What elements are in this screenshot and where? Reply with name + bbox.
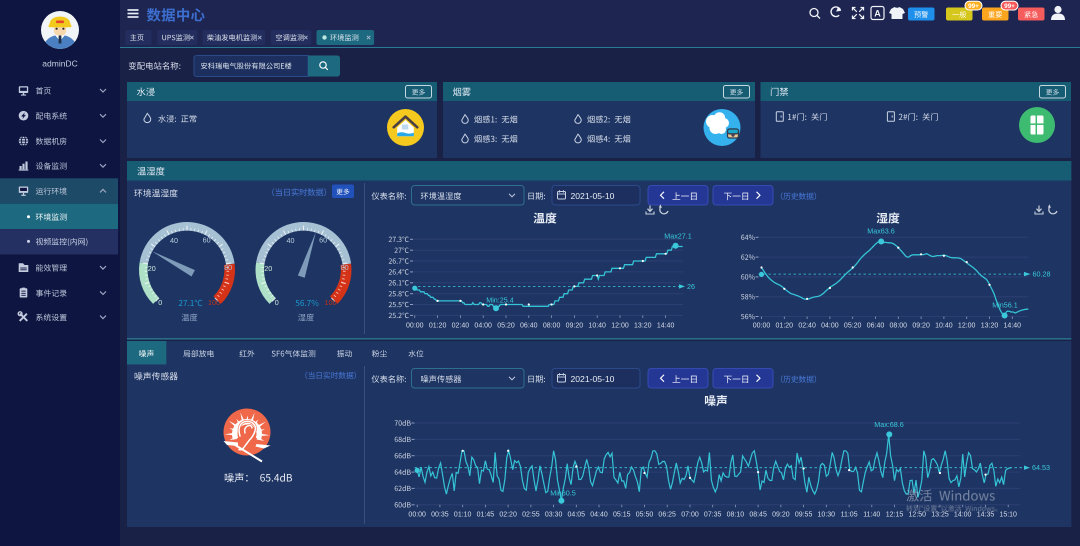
- svg-text:80: 80: [224, 263, 232, 272]
- svg-text:07:00: 07:00: [681, 512, 699, 519]
- svg-text:Min56.1: Min56.1: [992, 301, 1018, 310]
- svg-text:40: 40: [170, 236, 178, 245]
- svg-text:09:20: 09:20: [912, 323, 930, 330]
- svg-text:13:20: 13:20: [981, 323, 999, 330]
- svg-text:10:40: 10:40: [588, 323, 606, 330]
- svg-text:10:40: 10:40: [935, 323, 953, 330]
- svg-text:60: 60: [319, 235, 327, 244]
- svg-text:12:15: 12:15: [886, 512, 904, 519]
- svg-text:08:10: 08:10: [727, 512, 745, 519]
- svg-text:14:40: 14:40: [657, 323, 675, 330]
- svg-text:09:55: 09:55: [795, 512, 813, 519]
- svg-text:05:15: 05:15: [613, 512, 631, 519]
- svg-text:60: 60: [203, 235, 211, 244]
- svg-text:02:40: 02:40: [452, 323, 470, 330]
- svg-text:99+: 99+: [968, 3, 979, 10]
- svg-text:80: 80: [341, 263, 349, 272]
- svg-text:05:20: 05:20: [497, 323, 515, 330]
- svg-text:15:10: 15:10: [999, 512, 1017, 519]
- svg-text:99+: 99+: [1004, 3, 1015, 10]
- svg-text:05:20: 05:20: [844, 323, 862, 330]
- svg-text:01:45: 01:45: [477, 512, 495, 519]
- svg-text:11:40: 11:40: [863, 512, 880, 519]
- svg-text:adminDC: adminDC: [42, 59, 77, 69]
- svg-text:2021-05-10: 2021-05-10: [571, 374, 615, 384]
- svg-text:10:30: 10:30: [818, 512, 836, 519]
- svg-text:00:00: 00:00: [406, 323, 424, 330]
- svg-text:02:40: 02:40: [798, 323, 816, 330]
- svg-text:Min60.5: Min60.5: [550, 489, 576, 498]
- svg-text:13:20: 13:20: [634, 323, 652, 330]
- svg-text:06:40: 06:40: [520, 323, 538, 330]
- svg-text:100: 100: [208, 298, 220, 307]
- svg-text:Max63.6: Max63.6: [867, 227, 895, 236]
- svg-text:12:00: 12:00: [958, 323, 976, 330]
- svg-text:2021-05-10: 2021-05-10: [571, 191, 615, 201]
- svg-text:09:20: 09:20: [566, 323, 584, 330]
- svg-text:100: 100: [325, 298, 337, 307]
- svg-text:0: 0: [275, 298, 279, 307]
- svg-text:12:00: 12:00: [611, 323, 629, 330]
- svg-text:Max:68.6: Max:68.6: [874, 420, 904, 429]
- svg-text:40: 40: [287, 236, 295, 245]
- svg-text:09:20: 09:20: [772, 512, 790, 519]
- svg-text:14:40: 14:40: [1004, 323, 1022, 330]
- svg-text:08:45: 08:45: [749, 512, 767, 519]
- svg-text:02:55: 02:55: [522, 512, 540, 519]
- svg-text:14:35: 14:35: [977, 512, 995, 519]
- svg-text:12:50: 12:50: [909, 512, 927, 519]
- svg-text:06:40: 06:40: [867, 323, 885, 330]
- svg-text:Min:25.4: Min:25.4: [486, 296, 514, 305]
- svg-text:64.53: 64.53: [1032, 463, 1050, 472]
- svg-text:07:35: 07:35: [704, 512, 722, 519]
- svg-text:0: 0: [158, 298, 162, 307]
- svg-text:Max27.1: Max27.1: [664, 232, 692, 241]
- svg-text:01:10: 01:10: [454, 512, 472, 519]
- svg-text:08:00: 08:00: [543, 323, 561, 330]
- svg-text:05:50: 05:50: [636, 512, 654, 519]
- svg-text:01:20: 01:20: [429, 323, 447, 330]
- svg-text:00:00: 00:00: [753, 323, 771, 330]
- svg-text:A: A: [874, 9, 881, 19]
- svg-text:14:00: 14:00: [954, 512, 972, 519]
- svg-text:00:35: 00:35: [431, 512, 449, 519]
- svg-text:20: 20: [264, 264, 272, 273]
- svg-text:02:20: 02:20: [499, 512, 517, 519]
- svg-text:60.28: 60.28: [1033, 270, 1051, 279]
- svg-text:06:25: 06:25: [658, 512, 676, 519]
- svg-text:00:00: 00:00: [408, 512, 426, 519]
- svg-text:13:25: 13:25: [931, 512, 949, 519]
- svg-text:04:00: 04:00: [821, 323, 839, 330]
- svg-text:26: 26: [687, 282, 695, 291]
- svg-text:04:05: 04:05: [568, 512, 586, 519]
- svg-text:03:30: 03:30: [545, 512, 563, 519]
- svg-text:08:00: 08:00: [890, 323, 908, 330]
- svg-text:20: 20: [148, 264, 156, 273]
- svg-text:04:40: 04:40: [590, 512, 608, 519]
- svg-text:04:00: 04:00: [474, 323, 492, 330]
- svg-text:01:20: 01:20: [776, 323, 794, 330]
- svg-text:11:05: 11:05: [841, 512, 858, 519]
